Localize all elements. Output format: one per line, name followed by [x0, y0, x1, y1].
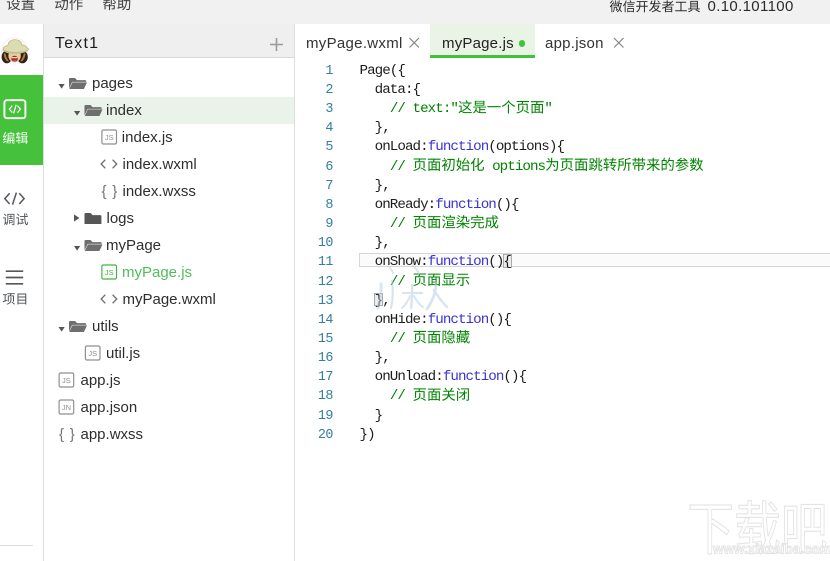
svg-text:www.xiazaiba.com: www.xiazaiba.com — [712, 542, 830, 557]
